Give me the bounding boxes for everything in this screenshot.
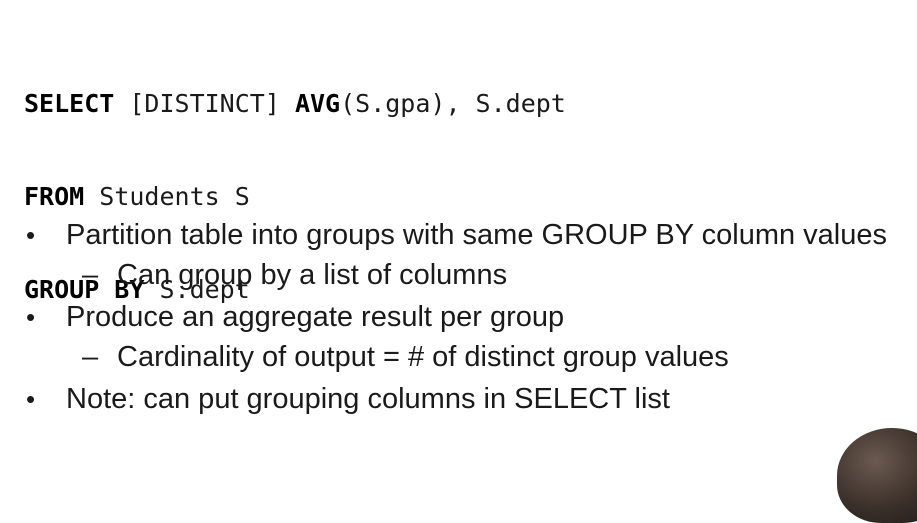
keyword-select: SELECT (24, 89, 115, 118)
speaker-head-image (837, 428, 917, 523)
dash-icon: – (82, 341, 99, 373)
select-columns: (S.gpa), S.dept (340, 89, 566, 118)
sub-bullet-text: Cardinality of output = # of distinct gr… (117, 341, 729, 373)
bullet-list: • Partition table into groups with same … (24, 218, 904, 416)
bullet-icon: • (26, 220, 36, 250)
from-table: Students S (84, 182, 250, 211)
sql-line-from: FROM Students S (24, 181, 566, 212)
sub-bullet-item-cardinality: – Cardinality of output = # of distinct … (24, 340, 904, 374)
bullet-text: Partition table into groups with same GR… (66, 219, 887, 251)
sql-line-select: SELECT [DISTINCT] AVG(S.gpa), S.dept (24, 88, 566, 119)
bullet-icon: • (26, 302, 36, 332)
bullet-text: Note: can put grouping columns in SELECT… (66, 383, 670, 415)
bullet-item-aggregate: • Produce an aggregate result per group (24, 300, 904, 334)
keyword-from: FROM (24, 182, 85, 211)
bullet-item-partition: • Partition table into groups with same … (24, 218, 904, 252)
bullet-icon: • (26, 384, 36, 414)
keyword-avg: AVG (294, 89, 341, 118)
sub-bullet-item-group-list: – Can group by a list of columns (24, 258, 904, 292)
bullet-text: Produce an aggregate result per group (66, 301, 565, 333)
sub-bullet-text: Can group by a list of columns (117, 259, 508, 291)
dash-icon: – (82, 259, 99, 291)
bullet-item-note: • Note: can put grouping columns in SELE… (24, 382, 904, 416)
distinct-clause: [DISTINCT] (114, 89, 295, 118)
